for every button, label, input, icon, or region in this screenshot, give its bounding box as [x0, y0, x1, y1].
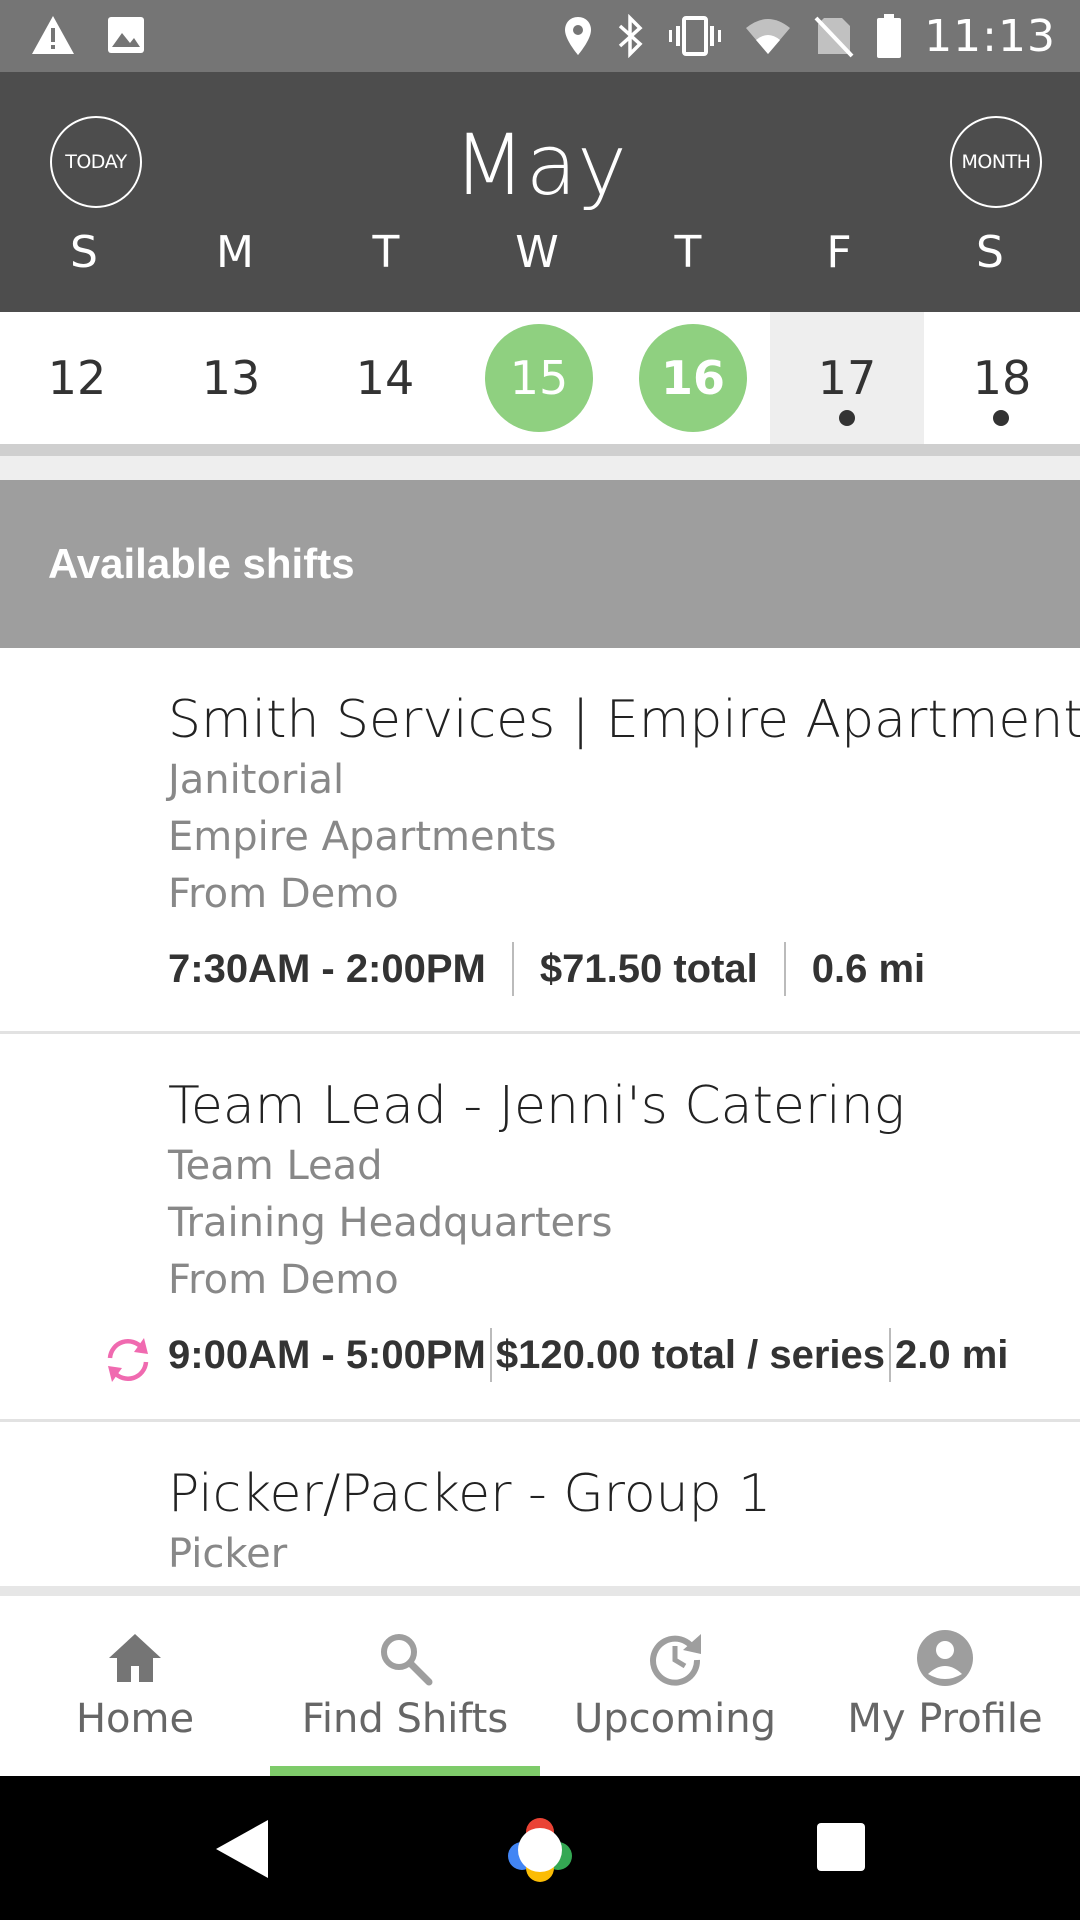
location-icon [565, 17, 592, 55]
nav-upcoming[interactable]: Upcoming [540, 1596, 810, 1776]
image-icon [108, 17, 144, 53]
divider [0, 456, 1080, 480]
nav-home[interactable]: Home [0, 1596, 270, 1776]
shift-location: Empire Apartments [168, 814, 557, 860]
weekday-label: T [372, 227, 400, 278]
nav-label: Upcoming [574, 1696, 776, 1742]
day-cell[interactable]: 13 [154, 312, 308, 444]
shift-source: From Demo [168, 871, 399, 917]
status-bar: 11:13 [0, 0, 1080, 72]
month-view-button[interactable]: MONTH [950, 116, 1042, 208]
weekday-label: S [70, 227, 98, 278]
battery-icon [877, 14, 902, 58]
shift-source: From Demo [168, 1257, 399, 1303]
shift-distance: 0.6 mi [811, 946, 926, 991]
shift-meta: 7:30AM - 2:00PM $71.50 total 0.6 mi [168, 937, 1080, 1001]
weekday-label: F [826, 227, 852, 278]
meta-separator [783, 942, 786, 996]
weekday-label: T [674, 227, 702, 278]
weekday-label: M [216, 227, 254, 278]
vibrate-icon [669, 16, 722, 56]
system-navigation-bar [0, 1776, 1080, 1920]
month-title: May [453, 116, 627, 214]
nav-my-profile[interactable]: My Profile [810, 1596, 1080, 1776]
shift-list[interactable]: Smith Services | Empire Apartments Janit… [0, 648, 1080, 1586]
recurring-icon [107, 1338, 149, 1382]
no-sim-icon [814, 16, 854, 58]
recents-icon[interactable] [816, 1822, 866, 1872]
bottom-navigation: Home Find Shifts Upcoming My Profile [0, 1596, 1080, 1776]
status-time: 11:13 [924, 10, 1056, 62]
wifi-icon [746, 19, 791, 54]
warning-icon [32, 16, 74, 54]
nav-label: My Profile [847, 1696, 1043, 1742]
shift-role: Picker [168, 1531, 288, 1577]
event-dot [993, 410, 1009, 426]
shift-location: Training Headquarters [168, 1200, 613, 1246]
day-number: 17 [817, 351, 877, 405]
shift-distance: 2.0 mi [895, 1332, 1009, 1377]
shift-meta: 9:00AM - 5:00PM $120.00 total / series 2… [168, 1323, 1080, 1387]
day-number: 12 [47, 351, 107, 405]
event-dot [839, 410, 855, 426]
calendar-header: TODAY May MONTH S M T W T F S [0, 72, 1080, 312]
weekday-label: S [976, 227, 1004, 278]
shift-pay: $71.50 total [539, 946, 758, 991]
day-number: 15 [509, 351, 569, 405]
shift-time: 7:30AM - 2:00PM [168, 946, 486, 991]
day-cell[interactable]: 18 [924, 312, 1080, 444]
day-cell-available[interactable]: 15 [462, 312, 616, 444]
bluetooth-icon [619, 14, 643, 58]
divider [0, 1586, 1080, 1596]
search-icon [381, 1634, 433, 1686]
shift-role: Team Lead [168, 1143, 383, 1189]
nav-label: Home [75, 1696, 195, 1742]
weekday-row: S M T W T F S [0, 227, 1080, 287]
section-title: Available shifts [48, 540, 355, 587]
active-tab-indicator [270, 1766, 540, 1776]
day-cell-selected[interactable]: 17 [770, 312, 924, 444]
history-icon [650, 1634, 701, 1686]
nav-label: Find Shifts [301, 1696, 509, 1742]
meta-separator [489, 1328, 492, 1382]
divider [0, 444, 1080, 456]
day-number: 18 [972, 351, 1032, 405]
shift-card[interactable]: Team Lead - Jenni's Catering Team Lead T… [0, 1034, 1080, 1422]
day-number: 13 [201, 351, 261, 405]
meta-separator [889, 1328, 892, 1382]
shift-title: Picker/Packer - Group 1 [168, 1464, 772, 1524]
shift-card[interactable]: Smith Services | Empire Apartments Janit… [0, 648, 1080, 1034]
shift-card[interactable]: Picker/Packer - Group 1 Picker [0, 1422, 1080, 1586]
shift-title: Team Lead - Jenni's Catering [168, 1076, 905, 1136]
shift-time: 9:00AM - 5:00PM [168, 1332, 486, 1377]
account-icon [917, 1630, 973, 1686]
nav-find-shifts[interactable]: Find Shifts [270, 1596, 540, 1776]
home-icon [109, 1634, 161, 1682]
meta-separator [511, 942, 514, 996]
section-header: Available shifts [0, 480, 1080, 648]
weekday-label: W [515, 227, 559, 278]
shift-pay: $120.00 total / series [495, 1332, 886, 1377]
day-number: 14 [355, 351, 415, 405]
day-cell-today[interactable]: 16 [616, 312, 770, 444]
home-circle-icon[interactable] [506, 1816, 574, 1884]
day-cell[interactable]: 14 [308, 312, 462, 444]
day-cell[interactable]: 12 [0, 312, 154, 444]
shift-title: Smith Services | Empire Apartments [168, 690, 1080, 750]
week-day-strip: 12 13 14 15 16 17 18 [0, 312, 1080, 444]
shift-role: Janitorial [168, 757, 345, 803]
day-number: 16 [660, 351, 725, 405]
back-icon[interactable] [212, 1818, 270, 1880]
